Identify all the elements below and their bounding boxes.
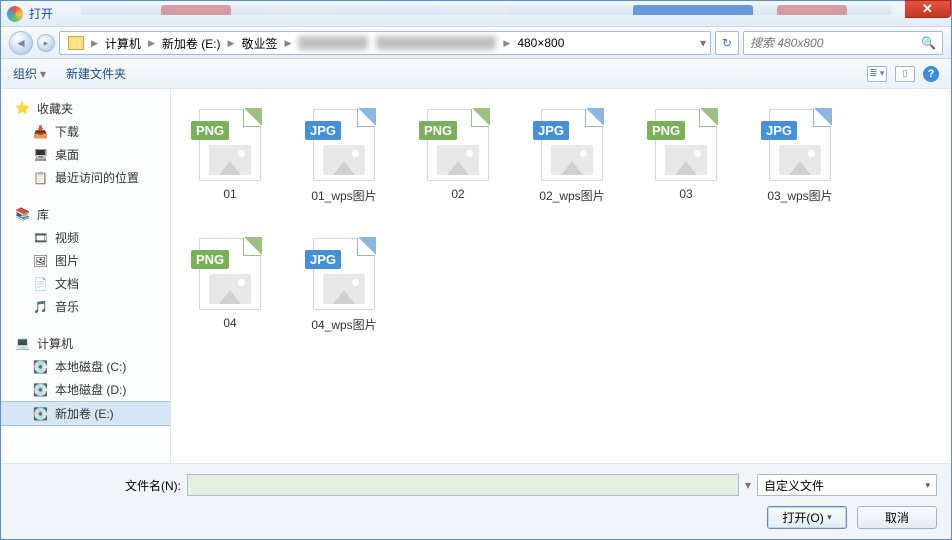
file-thumbnail: PNG: [651, 103, 721, 181]
filetype-badge: JPG: [305, 250, 341, 269]
sidebar-item-pictures[interactable]: 🖼图片: [1, 249, 170, 272]
file-item[interactable]: PNG 03: [643, 103, 729, 204]
file-name: 01_wps图片: [311, 187, 376, 204]
file-thumbnail: PNG: [195, 103, 265, 181]
sidebar-item-documents[interactable]: 📄文档: [1, 272, 170, 295]
preview-pane-button[interactable]: ▯: [895, 66, 915, 82]
chevron-down-icon[interactable]: ▾: [745, 478, 751, 492]
file-name: 01: [223, 187, 236, 201]
sidebar-favorites-header[interactable]: ⭐ 收藏夹: [1, 97, 170, 120]
filetype-badge: PNG: [419, 121, 457, 140]
breadcrumb-item-censored[interactable]: [294, 32, 372, 54]
file-item[interactable]: JPG 01_wps图片: [301, 103, 387, 204]
open-dialog: 打开 ✕ ◄ ▸ ▶ 计算机 ▶ 新加卷 (E:) ▶ 敬业签 ▶ ▶ 480×…: [0, 0, 952, 540]
drive-icon: 💽: [33, 383, 49, 397]
desktop-icon: 🖥: [33, 148, 49, 162]
toolbar: 组织 ▾ 新建文件夹 ≣ ▾ ▯ ?: [1, 59, 951, 89]
file-thumbnail: PNG: [195, 232, 265, 310]
file-item[interactable]: JPG 04_wps图片: [301, 232, 387, 333]
close-button[interactable]: ✕: [905, 0, 951, 18]
file-name: 04_wps图片: [311, 316, 376, 333]
filename-label: 文件名(N):: [125, 477, 181, 494]
view-options-button[interactable]: ≣ ▾: [867, 66, 887, 82]
breadcrumb[interactable]: ▶ 计算机 ▶ 新加卷 (E:) ▶ 敬业签 ▶ ▶ 480×800 ▾: [59, 31, 711, 55]
filetype-select[interactable]: 自定义文件▾: [757, 474, 937, 496]
file-thumbnail: JPG: [537, 103, 607, 181]
sidebar-item-drive-e[interactable]: 💽新加卷 (E:): [1, 401, 170, 426]
open-button[interactable]: 打开(O) ▾: [767, 506, 847, 529]
sidebar-item-drive-d[interactable]: 💽本地磁盘 (D:): [1, 378, 170, 401]
back-button[interactable]: ◄: [9, 31, 33, 55]
pictures-icon: 🖼: [33, 254, 49, 268]
file-item[interactable]: PNG 04: [187, 232, 273, 333]
file-item[interactable]: PNG 02: [415, 103, 501, 204]
filetype-badge: PNG: [191, 121, 229, 140]
file-grid: PNG 01 JPG 01_wps图片 PNG 02 JPG 02_wps图片 PNG 03 JPG…: [171, 89, 951, 463]
drive-icon: 💽: [33, 407, 49, 421]
file-name: 03_wps图片: [767, 187, 832, 204]
breadcrumb-item[interactable]: 敬业签: [237, 32, 281, 54]
star-icon: ⭐: [15, 101, 31, 117]
search-icon: 🔍: [921, 36, 936, 50]
sidebar-libraries-header[interactable]: 📚 库: [1, 203, 170, 226]
breadcrumb-item[interactable]: 计算机: [101, 32, 145, 54]
title-bar: 打开 ✕: [1, 1, 951, 27]
library-icon: 📚: [15, 207, 31, 223]
filetype-badge: JPG: [305, 121, 341, 140]
file-thumbnail: JPG: [765, 103, 835, 181]
download-icon: 📥: [33, 125, 49, 139]
computer-icon: 💻: [15, 336, 31, 352]
document-icon: 📄: [33, 277, 49, 291]
sidebar-item-desktop[interactable]: 🖥桌面: [1, 143, 170, 166]
sidebar-item-downloads[interactable]: 📥下载: [1, 120, 170, 143]
recent-icon: 📋: [33, 171, 49, 185]
file-thumbnail: PNG: [423, 103, 493, 181]
help-icon[interactable]: ?: [923, 66, 939, 82]
bottom-bar: 文件名(N): ▾ 自定义文件▾ 打开(O) ▾ 取消: [1, 463, 951, 539]
search-box[interactable]: 🔍: [743, 31, 943, 55]
search-input[interactable]: [750, 36, 910, 50]
file-name: 03: [679, 187, 692, 201]
nav-bar: ◄ ▸ ▶ 计算机 ▶ 新加卷 (E:) ▶ 敬业签 ▶ ▶ 480×800 ▾…: [1, 27, 951, 59]
file-name: 02_wps图片: [539, 187, 604, 204]
file-item[interactable]: PNG 01: [187, 103, 273, 204]
folder-icon: [68, 36, 84, 50]
file-thumbnail: JPG: [309, 232, 379, 310]
filetype-badge: JPG: [533, 121, 569, 140]
filetype-badge: PNG: [191, 250, 229, 269]
sidebar-item-drive-c[interactable]: 💽本地磁盘 (C:): [1, 355, 170, 378]
music-icon: 🎵: [33, 300, 49, 314]
background-tabs: [81, 5, 891, 15]
sidebar-item-videos[interactable]: 🎞视频: [1, 226, 170, 249]
sidebar: ⭐ 收藏夹 📥下载 🖥桌面 📋最近访问的位置 📚 库 🎞视频 🖼图片 📄文档 🎵…: [1, 89, 171, 463]
window-title: 打开: [29, 5, 53, 22]
file-name: 04: [223, 316, 236, 330]
file-name: 02: [451, 187, 464, 201]
app-icon: [7, 6, 23, 22]
file-item[interactable]: JPG 02_wps图片: [529, 103, 615, 204]
drive-icon: 💽: [33, 360, 49, 374]
filename-input[interactable]: [187, 474, 739, 496]
breadcrumb-item[interactable]: 新加卷 (E:): [158, 32, 225, 54]
new-folder-button[interactable]: 新建文件夹: [66, 65, 126, 82]
sidebar-item-recent[interactable]: 📋最近访问的位置: [1, 166, 170, 189]
chevron-down-icon[interactable]: ▾: [700, 36, 706, 50]
video-icon: 🎞: [33, 231, 49, 245]
filetype-badge: JPG: [761, 121, 797, 140]
breadcrumb-item-censored[interactable]: [372, 32, 500, 54]
sidebar-item-music[interactable]: 🎵音乐: [1, 295, 170, 318]
forward-button[interactable]: ▸: [37, 34, 55, 52]
cancel-button[interactable]: 取消: [857, 506, 937, 529]
file-item[interactable]: JPG 03_wps图片: [757, 103, 843, 204]
breadcrumb-item[interactable]: 480×800: [513, 32, 568, 54]
refresh-button[interactable]: ↻: [715, 31, 739, 55]
filetype-badge: PNG: [647, 121, 685, 140]
file-thumbnail: JPG: [309, 103, 379, 181]
organize-menu[interactable]: 组织 ▾: [13, 65, 46, 82]
sidebar-computer-header[interactable]: 💻 计算机: [1, 332, 170, 355]
